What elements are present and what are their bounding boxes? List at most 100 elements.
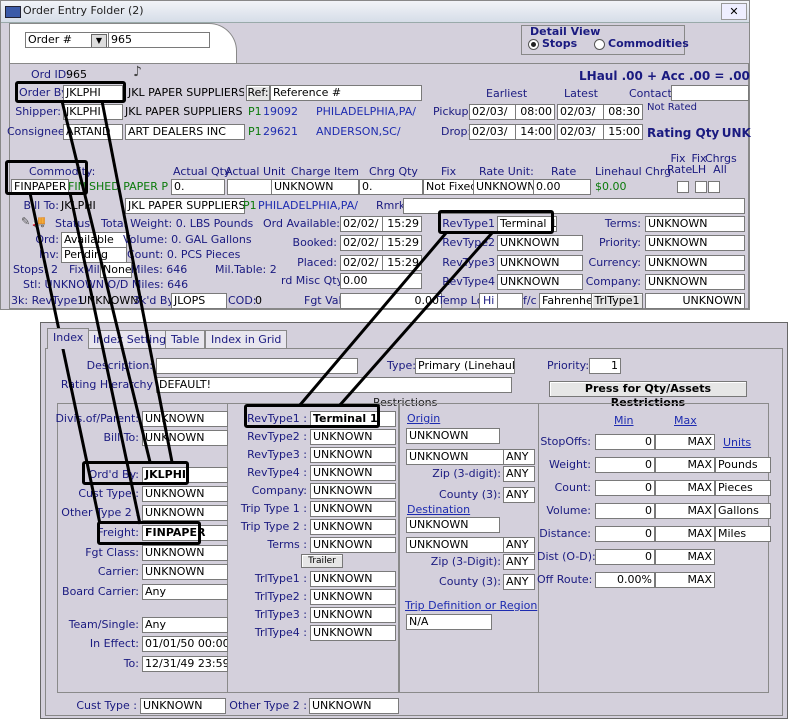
revtype3-field[interactable]: UNKNOWN <box>497 255 583 271</box>
left-restriction-field[interactable]: 01/01/50 00:00 <box>142 636 228 652</box>
tab-index[interactable]: Index <box>47 328 90 349</box>
county-field[interactable]: ANY <box>503 487 535 503</box>
stops-radio[interactable] <box>528 39 539 50</box>
chevron-down-icon[interactable]: ▼ <box>91 34 107 47</box>
contact-field[interactable] <box>671 85 749 101</box>
left-restriction-field[interactable]: UNKNOWN <box>142 545 228 561</box>
ord-available-time[interactable]: 15:29 <box>382 216 422 232</box>
rating-hierarchy-field[interactable]: DEFAULT! <box>156 377 512 393</box>
qty-max-field[interactable]: MAX <box>655 503 715 519</box>
zip3-field[interactable]: ANY <box>503 466 535 482</box>
qty-unit-field[interactable]: Miles <box>715 526 771 542</box>
trltype-field[interactable]: UNKNOWN <box>310 607 396 623</box>
qty-min-field[interactable]: 0 <box>595 434 655 450</box>
close-icon[interactable]: ✕ <box>721 3 747 20</box>
rate-unit-field[interactable]: UNKNOWN <box>473 179 535 195</box>
left-restriction-field[interactable]: UNKNOWN <box>142 486 228 502</box>
drop-latest-date[interactable]: 02/03/ <box>557 124 607 140</box>
mid-restriction-field[interactable]: UNKNOWN <box>310 465 396 481</box>
dest-county-field[interactable]: ANY <box>503 574 535 590</box>
trltype-field[interactable]: UNKNOWN <box>310 625 396 641</box>
description-field[interactable] <box>156 358 358 374</box>
qty-unit-field[interactable]: Pounds <box>715 457 771 473</box>
qty-min-field[interactable]: 0 <box>595 457 655 473</box>
placed-time[interactable]: 15:29 <box>382 255 422 271</box>
trltype1-field[interactable]: UNKNOWN <box>645 293 745 309</box>
reference-field[interactable]: Reference # <box>270 85 422 101</box>
mid-restriction-field[interactable]: UNKNOWN <box>310 483 396 499</box>
trltype-field[interactable]: UNKNOWN <box>310 571 396 587</box>
qty-assets-restrictions-button[interactable]: Press for Qty/Assets Restrictions <box>549 381 747 409</box>
qty-max-field[interactable]: MAX <box>655 572 715 588</box>
mid-restriction-field[interactable]: UNKNOWN <box>310 447 396 463</box>
left-restriction-field[interactable]: UNKNOWN <box>142 430 228 446</box>
fix-field[interactable]: Not Fixed <box>423 179 475 195</box>
destination-field[interactable]: UNKNOWN <box>406 517 500 533</box>
mid-restriction-field[interactable]: UNKNOWN <box>310 429 396 445</box>
terms-field[interactable]: UNKNOWN <box>645 216 745 232</box>
drop-earliest-time[interactable]: 14:00 <box>515 124 555 140</box>
qty-unit-field[interactable]: Gallons <box>715 503 771 519</box>
left-restriction-field[interactable]: Any <box>142 584 228 600</box>
ord-status-field[interactable]: Available <box>61 232 127 248</box>
rate-field[interactable]: 0.00 <box>533 179 591 195</box>
priority-field-bottom[interactable]: 1 <box>589 358 621 374</box>
pickup-latest-date[interactable]: 02/03/ <box>557 104 607 120</box>
origin-field-2[interactable]: UNKNOWN <box>406 449 504 465</box>
dest-zip3-field[interactable]: ANY <box>503 554 535 570</box>
pickup-earliest-date[interactable]: 02/03/ <box>469 104 519 120</box>
fix-lh-checkbox[interactable] <box>695 181 707 193</box>
origin-field[interactable]: UNKNOWN <box>406 428 500 444</box>
order-selector[interactable]: Order # ▼ <box>25 32 109 48</box>
destination-any-field[interactable]: ANY <box>503 537 535 553</box>
pickup-earliest-time[interactable]: 08:00 <box>515 104 555 120</box>
priority-field[interactable]: UNKNOWN <box>645 235 745 251</box>
company-field[interactable]: UNKNOWN <box>645 274 745 290</box>
order-number-field[interactable]: 965 <box>108 32 210 48</box>
trltype1-button[interactable]: TrlType1 <box>591 293 643 309</box>
mid-restriction-field[interactable]: UNKNOWN <box>310 537 396 553</box>
note-icon[interactable]: ♪ <box>133 65 142 79</box>
trailer-button[interactable]: Trailer <box>301 554 343 568</box>
fgt-val-field[interactable]: 0.00 <box>340 293 442 309</box>
mid-restriction-field[interactable]: UNKNOWN <box>310 501 396 517</box>
destination-field-2[interactable]: UNKNOWN <box>406 537 504 553</box>
booked-time[interactable]: 15:29 <box>382 235 422 251</box>
qty-min-field[interactable]: 0.00% <box>595 572 655 588</box>
type-field[interactable]: Primary (Linehaul) <box>415 358 515 374</box>
fahrenheit-field[interactable]: Fahrenheit <box>539 293 593 309</box>
commodities-radio[interactable] <box>594 39 605 50</box>
left-restriction-field[interactable]: UNKNOWN <box>142 564 228 580</box>
chrg-qty-field[interactable]: 0. <box>359 179 423 195</box>
qty-max-field[interactable]: MAX <box>655 526 715 542</box>
mid-restriction-field[interactable]: UNKNOWN <box>310 519 396 535</box>
cust-type-field-bottom[interactable]: UNKNOWN <box>140 698 226 714</box>
tab-index-in-grid[interactable]: Index in Grid <box>205 330 288 349</box>
left-restriction-field[interactable]: UNKNOWN <box>142 411 228 427</box>
currency-field[interactable]: UNKNOWN <box>645 255 745 271</box>
ord-available-date[interactable]: 02/02/ <box>340 216 386 232</box>
qty-min-field[interactable]: 0 <box>595 549 655 565</box>
qty-max-field[interactable]: MAX <box>655 457 715 473</box>
origin-any-field[interactable]: ANY <box>503 449 535 465</box>
left-restriction-field[interactable]: Any <box>142 617 228 633</box>
consignee-field[interactable]: ARTAND <box>63 124 123 140</box>
fixmile-field[interactable]: None <box>100 262 132 278</box>
qty-unit-field[interactable]: Pieces <box>715 480 771 496</box>
inv-field[interactable]: Pending <box>61 247 127 263</box>
drop-earliest-date[interactable]: 02/03/ <box>469 124 519 140</box>
tab-table[interactable]: Table <box>165 330 206 349</box>
charge-item-field[interactable]: UNKNOWN <box>271 179 359 195</box>
qty-min-field[interactable]: 0 <box>595 503 655 519</box>
ref-button[interactable]: Ref: <box>246 85 270 101</box>
qty-max-field[interactable]: MAX <box>655 480 715 496</box>
revtype4-field[interactable]: UNKNOWN <box>497 274 583 290</box>
trip-definition-field[interactable]: N/A <box>406 614 492 630</box>
qty-min-field[interactable]: 0 <box>595 526 655 542</box>
misc-qty-field[interactable]: 0.00 <box>340 273 422 289</box>
qty-max-field[interactable]: MAX <box>655 549 715 565</box>
trltype-field[interactable]: UNKNOWN <box>310 589 396 605</box>
hi-field[interactable] <box>497 293 523 309</box>
revtype2-field[interactable]: UNKNOWN <box>497 235 583 251</box>
other-type2-field-bottom[interactable]: UNKNOWN <box>309 698 399 714</box>
